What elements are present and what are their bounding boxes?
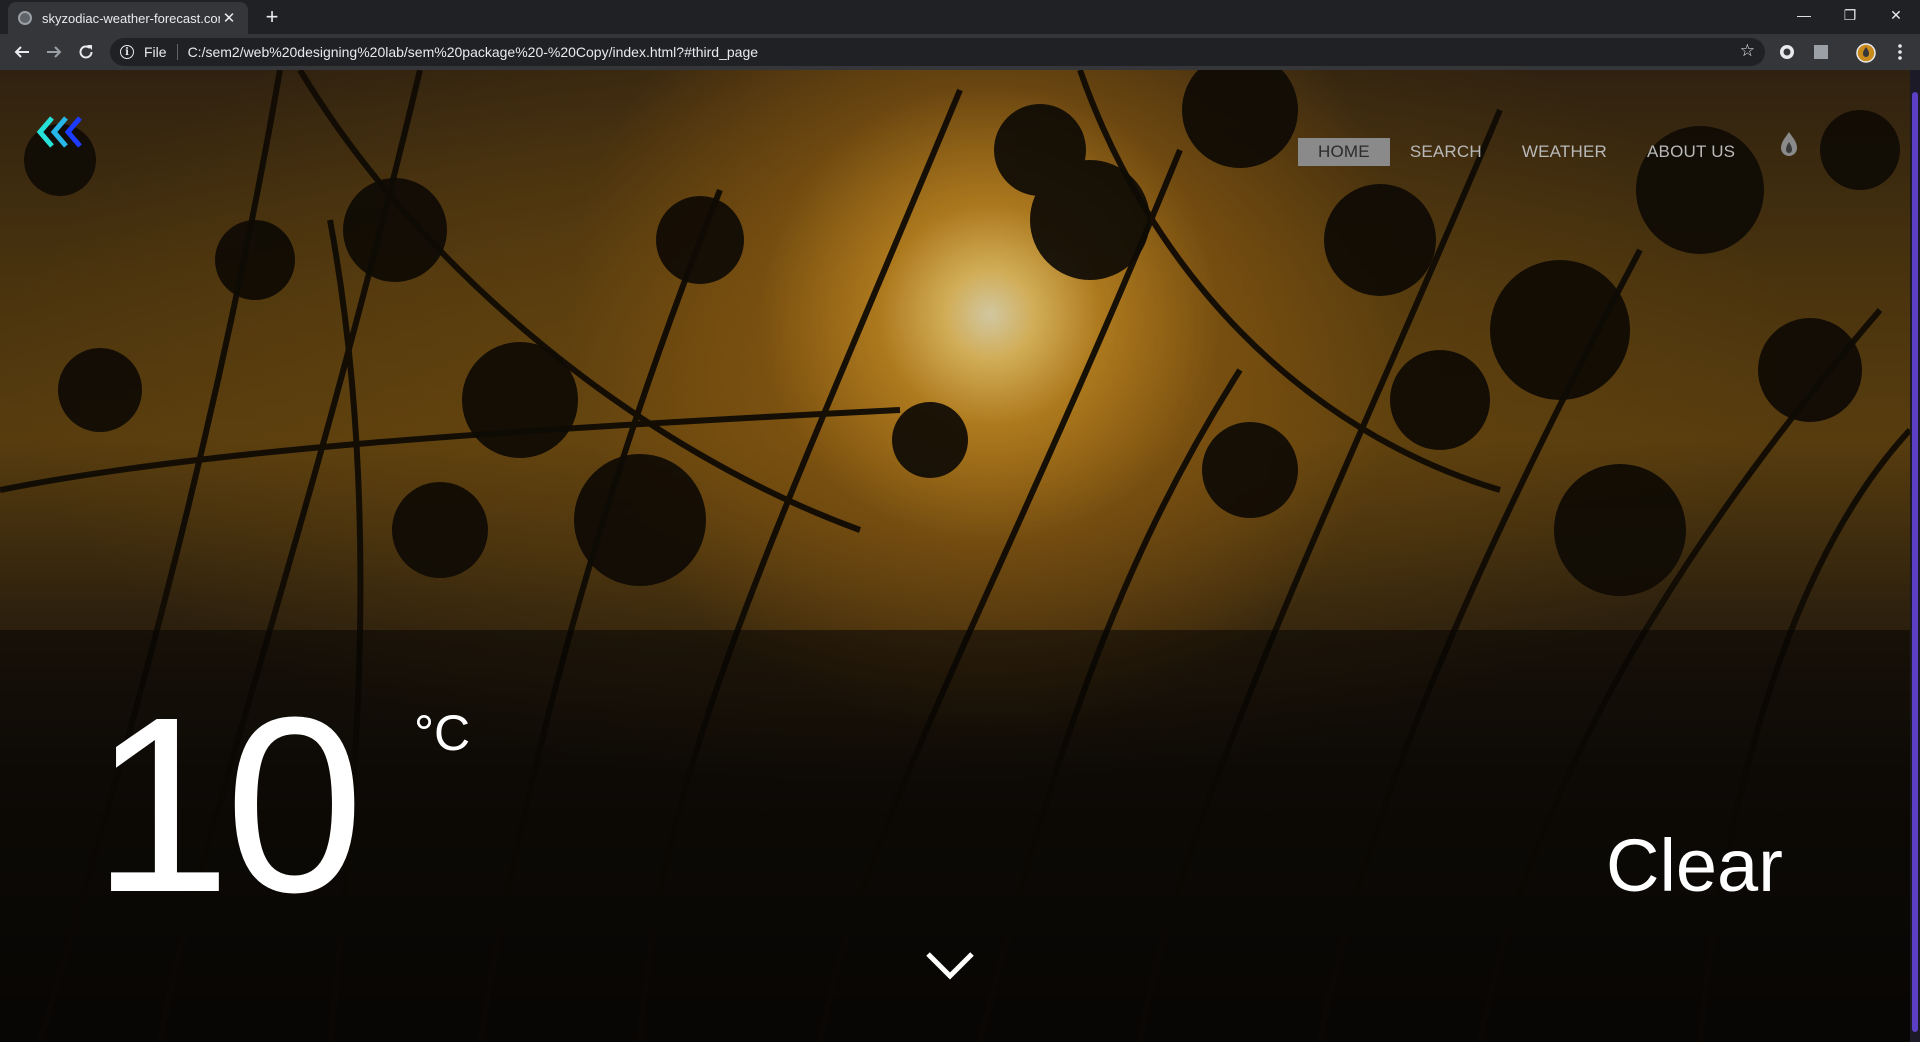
back-arrow-icon[interactable]: [8, 38, 36, 66]
url-text[interactable]: C:/sem2/web%20designing%20lab/sem%20pack…: [188, 44, 758, 60]
restore-icon[interactable]: ❐: [1828, 0, 1872, 30]
nav-item-about-us[interactable]: ABOUT US: [1627, 138, 1755, 166]
minimize-icon[interactable]: —: [1782, 0, 1826, 30]
tab-title: skyzodiac-weather-forecast.com: [42, 10, 220, 26]
temperature-value: 10: [92, 665, 364, 944]
nav-item-home[interactable]: HOME: [1298, 138, 1390, 166]
profile-avatar[interactable]: [1856, 43, 1876, 63]
browser-tabstrip: skyzodiac-weather-forecast.com ✕ + — ❐ ✕: [0, 0, 1920, 34]
kebab-menu-icon[interactable]: [1886, 38, 1914, 66]
plus-icon[interactable]: +: [258, 4, 286, 32]
scrollbar-thumb[interactable]: [1912, 92, 1918, 1032]
weather-condition: Clear: [1606, 824, 1783, 907]
divider: [176, 44, 178, 60]
main-nav: HOME SEARCH WEATHER ABOUT US: [1298, 138, 1755, 166]
page-viewport: HOME SEARCH WEATHER ABOUT US 10 °C Clear: [0, 70, 1910, 1042]
address-bar[interactable]: i File C:/sem2/web%20designing%20lab/sem…: [110, 38, 1765, 66]
globe-icon: [18, 11, 32, 25]
forward-arrow-icon[interactable]: [40, 38, 68, 66]
info-icon[interactable]: i: [120, 45, 134, 59]
extension-square-icon[interactable]: [1812, 43, 1830, 61]
chevron-down-icon[interactable]: [924, 948, 976, 987]
nav-item-search[interactable]: SEARCH: [1390, 138, 1502, 166]
extension-icon[interactable]: [1778, 43, 1796, 61]
close-window-icon[interactable]: ✕: [1874, 0, 1918, 30]
star-icon[interactable]: ☆: [1740, 41, 1755, 61]
nav-item-weather[interactable]: WEATHER: [1502, 138, 1627, 166]
temperature-unit: °C: [414, 705, 471, 761]
logo[interactable]: [36, 114, 90, 155]
browser-toolbar: i File C:/sem2/web%20designing%20lab/sem…: [0, 34, 1920, 70]
flame-icon[interactable]: [1778, 130, 1800, 163]
close-icon[interactable]: ✕: [220, 9, 238, 27]
url-scheme: File: [144, 44, 167, 60]
reload-icon[interactable]: [72, 38, 100, 66]
browser-tab[interactable]: skyzodiac-weather-forecast.com ✕: [8, 2, 248, 34]
